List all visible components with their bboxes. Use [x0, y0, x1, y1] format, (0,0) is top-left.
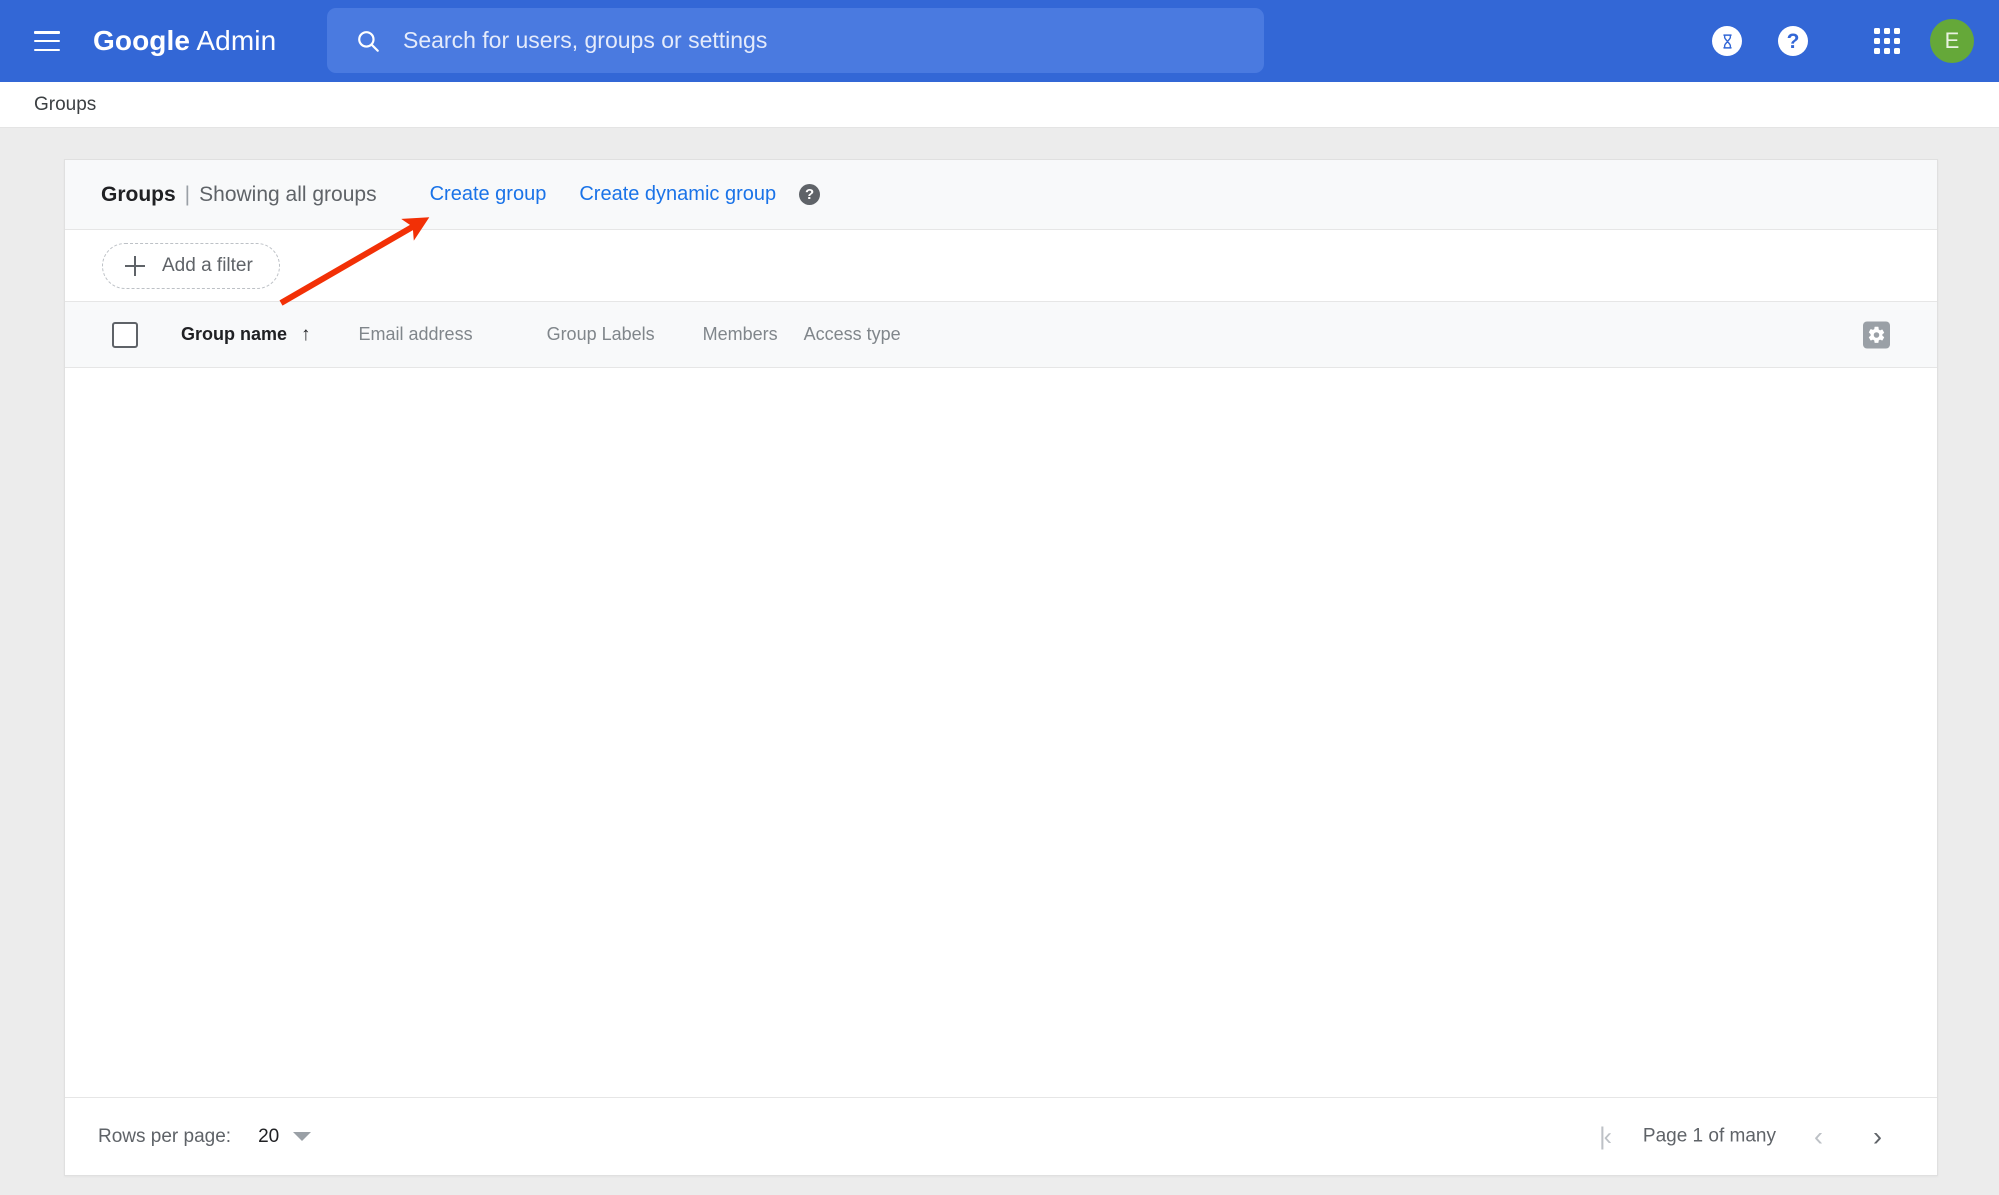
- create-dynamic-group-link[interactable]: Create dynamic group: [579, 183, 776, 206]
- apps-grid-icon[interactable]: [1874, 28, 1900, 54]
- column-header-group-name[interactable]: Group name ↑: [181, 324, 311, 346]
- column-header-members[interactable]: Members: [703, 324, 778, 345]
- brand-admin: Admin: [190, 25, 277, 56]
- table-body-empty: [65, 368, 1937, 1097]
- hourglass-icon[interactable]: [1712, 26, 1742, 56]
- plus-icon: [125, 255, 145, 276]
- chevron-right-icon[interactable]: ›: [1873, 1121, 1882, 1152]
- rows-per-page-value[interactable]: 20: [258, 1126, 279, 1148]
- chevron-down-icon[interactable]: [293, 1132, 312, 1141]
- column-header-group-labels[interactable]: Group Labels: [547, 324, 655, 345]
- avatar[interactable]: E: [1930, 19, 1974, 63]
- search-bar[interactable]: Search for users, groups or settings: [327, 8, 1264, 73]
- app-logo: Google Admin: [93, 25, 276, 57]
- chevron-left-icon[interactable]: ‹: [1814, 1121, 1823, 1152]
- search-icon: [355, 28, 381, 54]
- page-indicator: Page 1 of many: [1642, 1125, 1776, 1147]
- column-header-email-address[interactable]: Email address: [359, 324, 473, 345]
- pagination-bar: Rows per page: 20 |‹ Page 1 of many ‹ ›: [65, 1097, 1937, 1175]
- create-group-link[interactable]: Create group: [430, 183, 547, 206]
- add-filter-button[interactable]: Add a filter: [102, 242, 280, 289]
- sort-ascending-icon[interactable]: ↑: [301, 324, 311, 346]
- filter-toolbar: Add a filter: [65, 230, 1937, 302]
- gear-icon[interactable]: [1863, 321, 1890, 348]
- page-subtitle: Showing all groups: [199, 182, 377, 206]
- hamburger-menu-icon[interactable]: [34, 31, 60, 51]
- column-header-access-type[interactable]: Access type: [804, 324, 901, 345]
- app-window: Google Admin Search for users, groups or…: [0, 0, 1999, 1195]
- search-input-placeholder[interactable]: Search for users, groups or settings: [403, 27, 767, 54]
- breadcrumb: Groups: [0, 82, 1999, 128]
- add-filter-label: Add a filter: [162, 254, 253, 276]
- breadcrumb-item-groups[interactable]: Groups: [34, 94, 96, 116]
- help-question-icon[interactable]: ?: [1778, 26, 1808, 56]
- page-title: Groups: [101, 182, 176, 206]
- groups-card: Groups | Showing all groups Create group…: [64, 159, 1938, 1176]
- select-all-checkbox[interactable]: [112, 321, 138, 348]
- help-circle-icon[interactable]: ?: [799, 184, 821, 205]
- table-header-row: Group name ↑ Email address Group Labels M…: [65, 302, 1937, 368]
- title-separator: |: [184, 182, 191, 206]
- column-header-group-name-label: Group name: [181, 323, 288, 344]
- top-bar-actions: ? E: [1712, 0, 1999, 82]
- top-app-bar: Google Admin Search for users, groups or…: [0, 0, 1999, 82]
- first-page-icon[interactable]: |‹: [1599, 1122, 1612, 1151]
- rows-per-page-label: Rows per page:: [98, 1125, 232, 1147]
- brand-google: Google: [93, 25, 191, 56]
- pagination-controls: |‹ Page 1 of many ‹ ›: [1599, 1121, 1904, 1152]
- groups-card-header: Groups | Showing all groups Create group…: [65, 160, 1937, 230]
- page-content: Groups | Showing all groups Create group…: [0, 128, 1999, 1176]
